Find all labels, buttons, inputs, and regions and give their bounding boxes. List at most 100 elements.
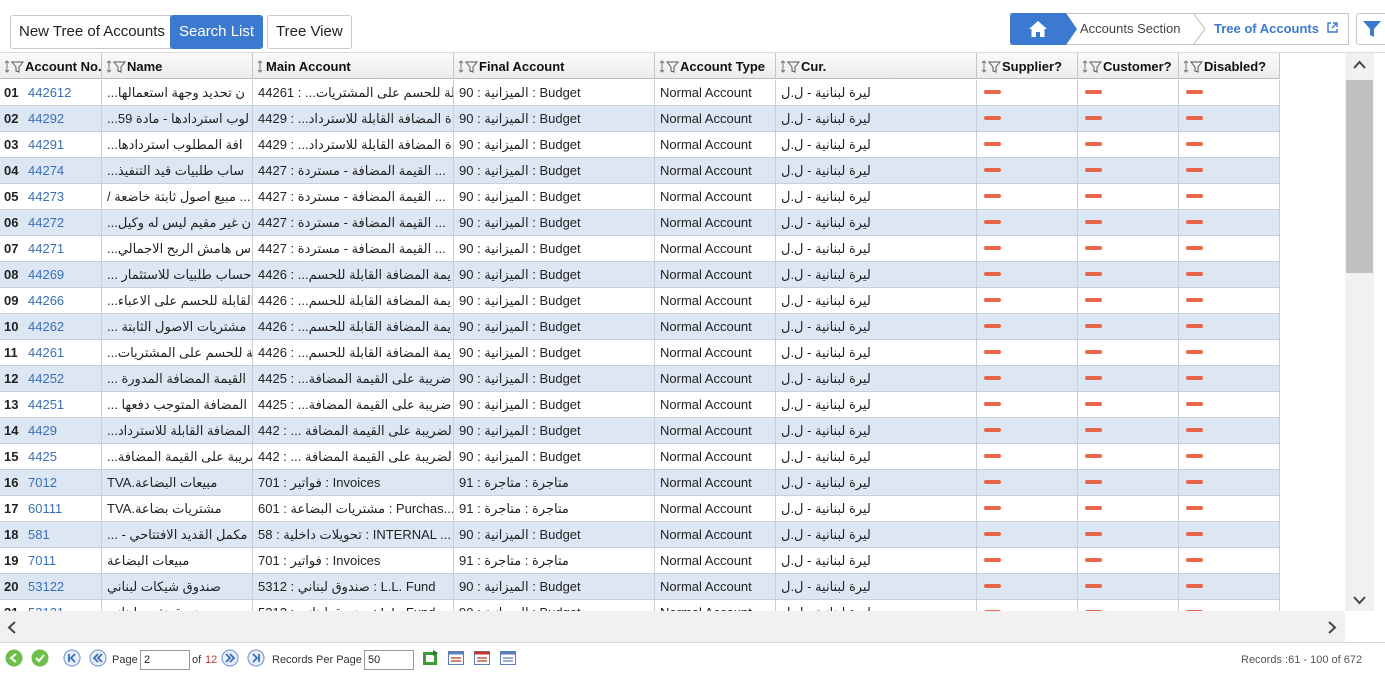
column-header-account-type[interactable]: Account Type	[655, 53, 776, 79]
column-label: Account No.	[25, 59, 102, 74]
table-row[interactable]: 12 44252... القيمة المضافة المدورة 4425 : …	[0, 366, 1280, 392]
table-row[interactable]: 03 44291 ...افة المطلوب استردادها 4429 : ..…	[0, 132, 1280, 158]
cell-account-no[interactable]: 4425	[23, 444, 102, 470]
table-row[interactable]: 18 581... - مكمل القديد الافتتاحي 58 : تحو…	[0, 522, 1280, 548]
cell-account-no[interactable]: 4429	[23, 418, 102, 444]
scroll-right-icon[interactable]	[1326, 620, 1338, 635]
cell-disabled	[1179, 470, 1280, 496]
grid-settings-icon[interactable]	[473, 649, 491, 667]
grid-layout-icon[interactable]	[499, 649, 517, 667]
column-header-name[interactable]: Name	[102, 53, 253, 79]
cell-account-no[interactable]: 442612	[23, 80, 102, 106]
table-row[interactable]: 11 44261 ...لة للحسم على المشتريات 4426 : .…	[0, 340, 1280, 366]
cell-account-no[interactable]: 53121	[23, 600, 102, 611]
table-row[interactable]: 08 44269... حساب طلبيات للاستثمار 4426 : .…	[0, 262, 1280, 288]
table-row[interactable]: 15 4425 ...ضريبة على القيمة المضافة 442 : .…	[0, 444, 1280, 470]
table-row[interactable]: 05 44273/ مبيع اصول ثابتة خاضعة ... 4427 :…	[0, 184, 1280, 210]
column-label: Disabled?	[1204, 59, 1267, 74]
scroll-left-icon[interactable]	[6, 620, 18, 635]
cell-final-account: 90 : الميزانية : Budget	[454, 600, 655, 611]
unchecked-dash-icon	[984, 220, 1001, 224]
cell-account-no[interactable]: 44266	[23, 288, 102, 314]
table-row[interactable]: 13 44251... المضافة المتوجب دفعها 4425 : .…	[0, 392, 1280, 418]
table-row[interactable]: 06 44272 ...ن غير مقيم ليس له وكيل 4427 : ا…	[0, 210, 1280, 236]
column-header-disabled[interactable]: Disabled?	[1179, 53, 1280, 79]
cell-account-no[interactable]: 44251	[23, 392, 102, 418]
cell-account-no[interactable]: 44269	[23, 262, 102, 288]
breadcrumb-home[interactable]	[1010, 13, 1066, 45]
cell-disabled	[1179, 392, 1280, 418]
refresh-icon[interactable]	[31, 649, 49, 667]
scroll-down-icon[interactable]	[1352, 594, 1367, 606]
tree-view-button[interactable]: Tree View	[267, 15, 352, 49]
scroll-up-icon[interactable]	[1352, 59, 1367, 71]
column-header-supplier[interactable]: Supplier?	[977, 53, 1078, 79]
cell-customer	[1078, 158, 1179, 184]
column-header-main-account[interactable]: Main Account	[253, 53, 454, 79]
cell-supplier	[977, 366, 1078, 392]
breadcrumb-tree-of-accounts[interactable]: Tree of Accounts	[1214, 21, 1338, 36]
cell-main-account: 701 : فواتير : Invoices	[253, 548, 454, 574]
table-row[interactable]: 20 53122 صندوق شيكات لبناني 5312 : صندوق لب…	[0, 574, 1280, 600]
cell-main-account: 442 : ... الضريبة على القيمة المضافة	[253, 418, 454, 444]
column-header-account-no[interactable]: Account No.	[0, 53, 102, 79]
cell-account-no[interactable]: 53122	[23, 574, 102, 600]
cell-supplier	[977, 496, 1078, 522]
table-row[interactable]: 2153121صندوق نقدي لبناني5312 : صندوق لبن…	[0, 600, 1280, 611]
table-row[interactable]: 17 60111 TVA.مشتريات بضاعة 601 : مشتريات ال…	[0, 496, 1280, 522]
cell-account-no[interactable]: 44272	[23, 210, 102, 236]
cell-account-no[interactable]: 7012	[23, 470, 102, 496]
last-page-icon[interactable]	[247, 649, 265, 667]
cell-account-no[interactable]: 44274	[23, 158, 102, 184]
column-header-customer[interactable]: Customer?	[1078, 53, 1179, 79]
cell-account-no[interactable]: 44252	[23, 366, 102, 392]
column-chooser-icon[interactable]	[447, 649, 465, 667]
export-excel-icon[interactable]	[421, 649, 439, 667]
cell-account-no[interactable]: 44262	[23, 314, 102, 340]
page-input[interactable]: 2	[140, 650, 190, 670]
cell-account-no[interactable]: 44261	[23, 340, 102, 366]
unchecked-dash-icon	[1085, 220, 1102, 224]
table-row[interactable]: 01 442612 ...ن تحديد وجهة استعمالها 44261 :…	[0, 80, 1280, 106]
column-header-cur[interactable]: Cur.	[776, 53, 977, 79]
new-tree-of-accounts-button[interactable]: New Tree of Accounts	[10, 15, 174, 49]
vertical-scroll-thumb[interactable]	[1346, 80, 1373, 273]
external-link-icon	[1326, 22, 1338, 33]
unchecked-dash-icon	[1085, 272, 1102, 276]
filter-button[interactable]	[1356, 13, 1385, 45]
cell-main-account: 442 : ... الضريبة على القيمة المضافة	[253, 444, 454, 470]
cell-name: ...لوب استردادها - مادة 59	[102, 106, 253, 132]
table-row[interactable]: 04 44274 ...ساب طلبيات قيد التنفيذ 4427 : ا…	[0, 158, 1280, 184]
first-page-icon[interactable]	[63, 649, 81, 667]
table-row[interactable]: 09 44266 ...القابلة للحسم على الاعباء 4426 …	[0, 288, 1280, 314]
table-row[interactable]: 07 44271 ...س هامش الربح الاجمالي 4427 : ال…	[0, 236, 1280, 262]
cell-account-no[interactable]: 44271	[23, 236, 102, 262]
table-row[interactable]: 10 44262... مشتريات الاصول الثابتة 4426 : …	[0, 314, 1280, 340]
vertical-scrollbar[interactable]	[1345, 53, 1374, 611]
next-page-icon[interactable]	[221, 649, 239, 667]
cell-account-no[interactable]: 581	[23, 522, 102, 548]
table-row[interactable]: 14 4429 ...المضافة القابلة للاسترداد 442 : …	[0, 418, 1280, 444]
cell-account-no[interactable]: 44273	[23, 184, 102, 210]
cell-cur: ليرة لبنانية - ل.ل	[776, 444, 977, 470]
cell-account-no[interactable]: 44291	[23, 132, 102, 158]
cell-account-no[interactable]: 60111	[23, 496, 102, 522]
unchecked-dash-icon	[1186, 298, 1203, 302]
cell-account-no[interactable]: 44292	[23, 106, 102, 132]
cell-name: ...المضافة القابلة للاسترداد	[102, 418, 253, 444]
horizontal-scrollbar[interactable]	[0, 611, 1345, 643]
column-header-final-account[interactable]: Final Account	[454, 53, 655, 79]
unchecked-dash-icon	[1186, 324, 1203, 328]
cell-account-type: Normal Account	[655, 444, 776, 470]
breadcrumb-accounts-section[interactable]: Accounts Section	[1080, 21, 1180, 36]
back-icon[interactable]	[5, 649, 23, 667]
table-row[interactable]: 19 7011 مبيعات البضاعة 701 : فواتير : Invoi…	[0, 548, 1280, 574]
unchecked-dash-icon	[1085, 558, 1102, 562]
pager: Page 2 of 12 Records Per Page 50 Records…	[0, 642, 1385, 678]
records-per-page-input[interactable]: 50	[364, 650, 414, 670]
table-row[interactable]: 16 7012 TVA.مبيعات البضاعة 701 : فواتير : I…	[0, 470, 1280, 496]
previous-page-icon[interactable]	[89, 649, 107, 667]
search-list-button[interactable]: Search List	[170, 15, 264, 49]
table-row[interactable]: 02 44292 ...لوب استردادها - مادة 59 4429 : …	[0, 106, 1280, 132]
cell-account-no[interactable]: 7011	[23, 548, 102, 574]
